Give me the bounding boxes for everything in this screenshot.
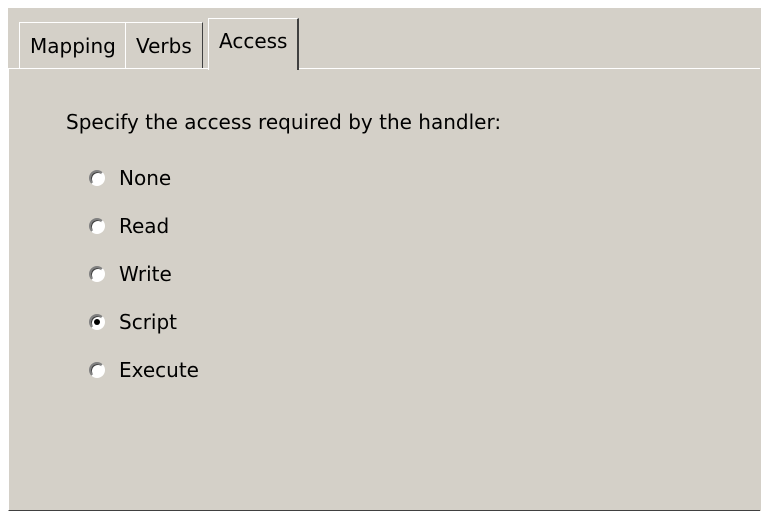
access-option-script[interactable]: Script [89, 298, 199, 346]
access-option-write-label[interactable]: Write [119, 262, 172, 286]
radio-button-none[interactable] [89, 170, 105, 186]
access-option-read-label[interactable]: Read [119, 214, 169, 238]
access-option-none-label[interactable]: None [119, 166, 171, 190]
access-option-script-label[interactable]: Script [119, 310, 177, 334]
radio-button-read[interactable] [89, 218, 105, 234]
access-tab-panel: Specify the access required by the handl… [8, 68, 760, 511]
access-option-read[interactable]: Read [89, 202, 199, 250]
tab-strip: Mapping Verbs Access [8, 18, 761, 70]
tab-mapping[interactable]: Mapping [19, 22, 127, 68]
access-prompt-label: Specify the access required by the handl… [66, 110, 502, 134]
radio-button-execute[interactable] [89, 362, 105, 378]
radio-button-write[interactable] [89, 266, 105, 282]
tab-mapping-label: Mapping [30, 34, 116, 58]
access-option-execute-label[interactable]: Execute [119, 358, 199, 382]
access-options-group: None Read Write Script Execute [89, 154, 199, 394]
access-option-write[interactable]: Write [89, 250, 199, 298]
radio-button-script[interactable] [89, 314, 105, 330]
tab-access[interactable]: Access [208, 18, 300, 70]
tab-verbs[interactable]: Verbs [125, 22, 203, 68]
access-option-none[interactable]: None [89, 154, 199, 202]
tab-verbs-label: Verbs [136, 34, 192, 58]
access-option-execute[interactable]: Execute [89, 346, 199, 394]
tab-access-label: Access [219, 29, 288, 53]
handler-properties-dialog: Mapping Verbs Access Specify the access … [8, 8, 761, 511]
radio-dot [94, 319, 100, 325]
